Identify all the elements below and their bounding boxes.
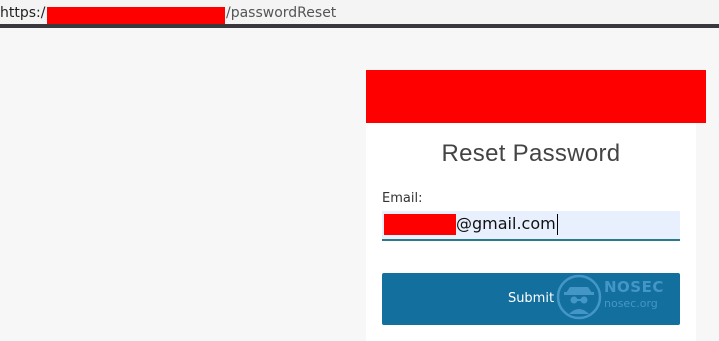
watermark: NOSEC nosec.org xyxy=(556,272,676,322)
spy-logo-icon xyxy=(556,274,602,320)
email-field[interactable]: @gmail.com xyxy=(382,211,680,241)
url-scheme: https:/ xyxy=(0,5,46,21)
email-domain-text: @gmail.com xyxy=(456,214,556,233)
watermark-domain: nosec.org xyxy=(604,297,658,310)
card-header-redaction xyxy=(366,70,706,123)
email-label: Email: xyxy=(382,191,423,206)
url-path: /passwordReset xyxy=(226,5,337,21)
text-caret xyxy=(557,214,558,235)
email-redaction xyxy=(384,214,456,235)
watermark-brand: NOSEC xyxy=(604,278,664,296)
address-bar[interactable]: https:/ /passwordReset xyxy=(0,0,719,28)
url-redaction xyxy=(47,7,225,24)
page-title: Reset Password xyxy=(441,140,621,167)
